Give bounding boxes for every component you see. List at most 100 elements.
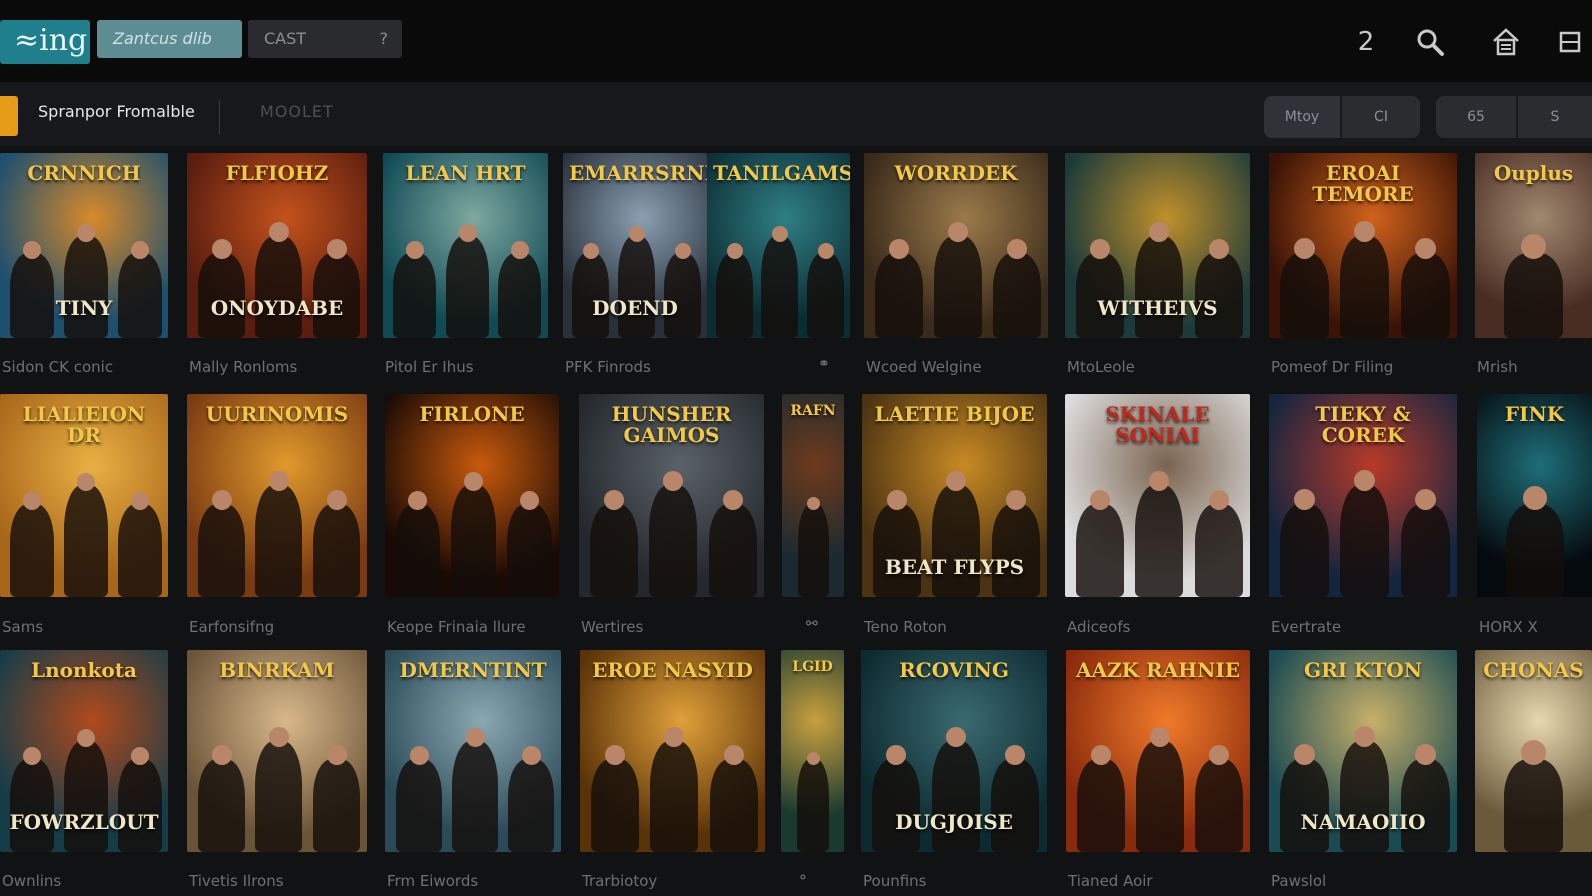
home-icon[interactable] [1488, 24, 1524, 60]
movie-caption[interactable]: PFK Finrods [565, 358, 651, 376]
movie-caption[interactable]: Evertrate [1271, 618, 1341, 636]
poster-figure [10, 759, 54, 852]
movie-caption[interactable]: Mally Ronloms [189, 358, 297, 376]
movie-poster[interactable]: BINRKAM [187, 650, 367, 852]
app-logo[interactable]: ≈ing [0, 20, 90, 64]
poster-figure-head [520, 491, 539, 510]
movie-poster[interactable]: FLFIOHZ ONOYDABE [187, 153, 367, 338]
movie-poster[interactable]: DMERNTINT [385, 650, 561, 852]
poster-figure [1504, 253, 1563, 338]
movie-poster[interactable]: FINK [1477, 394, 1592, 597]
poster-figure [710, 759, 758, 852]
poster-figure [716, 253, 753, 338]
movie-poster[interactable]: WITHEIVS [1065, 153, 1250, 338]
view-toggle-3[interactable]: 65 [1436, 96, 1516, 138]
movie-caption[interactable]: Ownlins [2, 872, 61, 890]
movie-caption[interactable]: Keope Frinaia llure [387, 618, 526, 636]
movie-caption[interactable]: Mrish [1477, 358, 1518, 376]
movie-poster[interactable]: Ouplus [1475, 153, 1592, 338]
cast-dropdown[interactable]: CAST ? [248, 20, 402, 58]
view-toggle-4[interactable]: S [1518, 96, 1592, 138]
movie-poster[interactable]: FIRLONE [385, 394, 559, 597]
poster-figure-head [726, 243, 743, 259]
movie-caption[interactable]: Sams [2, 618, 43, 636]
poster-figure [932, 741, 980, 852]
poster-title: RAFN [790, 403, 836, 419]
row-more-icon[interactable]: ⚬ [797, 870, 809, 886]
movie-poster[interactable]: LEAN HRT [383, 153, 548, 338]
movie-poster[interactable]: LAETIE BIJOE BEAT FLYPS [862, 394, 1047, 597]
notification-count[interactable]: 2 [1348, 24, 1384, 60]
poster-figure-head [1149, 222, 1169, 242]
movie-poster[interactable]: SKINALE SONIAI [1065, 394, 1250, 597]
poster-figure-head [211, 745, 232, 765]
poster-title: LEAN HRT [405, 161, 526, 185]
poster-figure-head [948, 222, 968, 242]
movie-poster[interactable]: CHONAS [1475, 650, 1592, 852]
poster-title: FINK [1504, 402, 1565, 426]
poster-figure-head [946, 471, 966, 491]
movie-caption[interactable]: Teno Roton [864, 618, 947, 636]
movie-caption[interactable]: MtoLeole [1067, 358, 1135, 376]
movie-poster[interactable]: Lnonkota FOWRZLOUT [0, 650, 168, 852]
section-tab-alt[interactable]: MOOLET [260, 102, 334, 121]
search-icon[interactable] [1412, 24, 1448, 60]
movie-poster[interactable]: EMARRSRNIFES DOEND [563, 153, 707, 338]
movie-caption[interactable]: Pawslol [1271, 872, 1326, 890]
poster-figure-head [1294, 238, 1315, 259]
movie-caption[interactable]: Earfonsifng [189, 618, 274, 636]
poster-figure [1504, 759, 1563, 852]
movie-poster[interactable]: LIALIEION DR [0, 394, 168, 597]
movie-caption[interactable]: Adiceofs [1067, 618, 1130, 636]
poster-subtitle: FOWRZLOUT [9, 810, 159, 834]
row-more-icon[interactable]: ⚯ [806, 616, 818, 632]
poster-figure-head [77, 473, 95, 491]
view-toggle-2[interactable]: CI [1342, 96, 1420, 138]
movie-caption[interactable]: HORX X [1479, 618, 1538, 636]
movie-poster[interactable]: RCOVING DUGJOISE [861, 650, 1047, 852]
movie-caption[interactable]: Trarbiotoy [582, 872, 657, 890]
poster-figure [709, 504, 757, 597]
poster-figure-head [77, 224, 95, 242]
movie-poster[interactable]: EROAI TEMORE [1269, 153, 1457, 338]
poster-figure-head [1294, 744, 1315, 765]
movie-poster[interactable]: WORRDEK [864, 153, 1048, 338]
poster-figure [797, 759, 829, 852]
movie-caption[interactable]: Wertires [581, 618, 643, 636]
movie-caption[interactable]: Pitol Er Ihus [385, 358, 474, 376]
poster-figure [396, 759, 442, 852]
movie-poster[interactable]: TIEKY & COREK [1269, 394, 1457, 597]
poster-figure [932, 485, 980, 597]
movie-caption[interactable]: Sidon CK conic [2, 358, 113, 376]
poster-figure-head [628, 226, 645, 242]
poster-figure [992, 504, 1040, 597]
menu-icon[interactable] [1552, 24, 1588, 60]
view-toggle-1[interactable]: Mtoy [1264, 96, 1340, 138]
poster-figure [649, 485, 697, 597]
movie-poster[interactable]: TANILGAMS [707, 153, 850, 338]
poster-figure [1135, 236, 1183, 338]
movie-poster[interactable]: GRI KTON NAMAOIIO [1269, 650, 1457, 852]
movie-caption[interactable]: Tivetis Ilrons [189, 872, 284, 890]
movie-poster[interactable]: EROE NASYID [580, 650, 765, 852]
movie-poster[interactable]: HUNSHER GAIMOS [579, 394, 764, 597]
poster-title: UURINOMIS [205, 402, 349, 426]
movie-poster[interactable]: CRNNICH TINY [0, 153, 168, 338]
poster-subtitle: ONOYDABE [210, 296, 344, 320]
movie-caption[interactable]: Tianed Aoir [1068, 872, 1153, 890]
poster-figure [452, 741, 498, 852]
movie-poster[interactable]: UURINOMIS [187, 394, 367, 597]
poster-title: GRI KTON [1304, 658, 1422, 682]
movie-caption[interactable]: Wcoed Welgine [866, 358, 982, 376]
poster-figure-head [723, 490, 743, 510]
movie-poster[interactable]: LGID [781, 650, 844, 852]
movie-poster[interactable]: AAZK RAHNIE [1066, 650, 1250, 852]
movie-poster[interactable]: RAFN [782, 394, 844, 597]
movie-caption[interactable]: Frm Eiwords [387, 872, 478, 890]
movie-caption[interactable]: Pomeof Dr Filing [1271, 358, 1393, 376]
genre-filter-button[interactable]: Zantcus dlib [97, 20, 242, 58]
poster-title: RCOVING [899, 658, 1009, 682]
section-title[interactable]: Spranpor Fromalble [38, 102, 195, 121]
movie-caption[interactable]: Pounfins [863, 872, 926, 890]
row-more-icon[interactable]: ⚭ [818, 356, 830, 372]
